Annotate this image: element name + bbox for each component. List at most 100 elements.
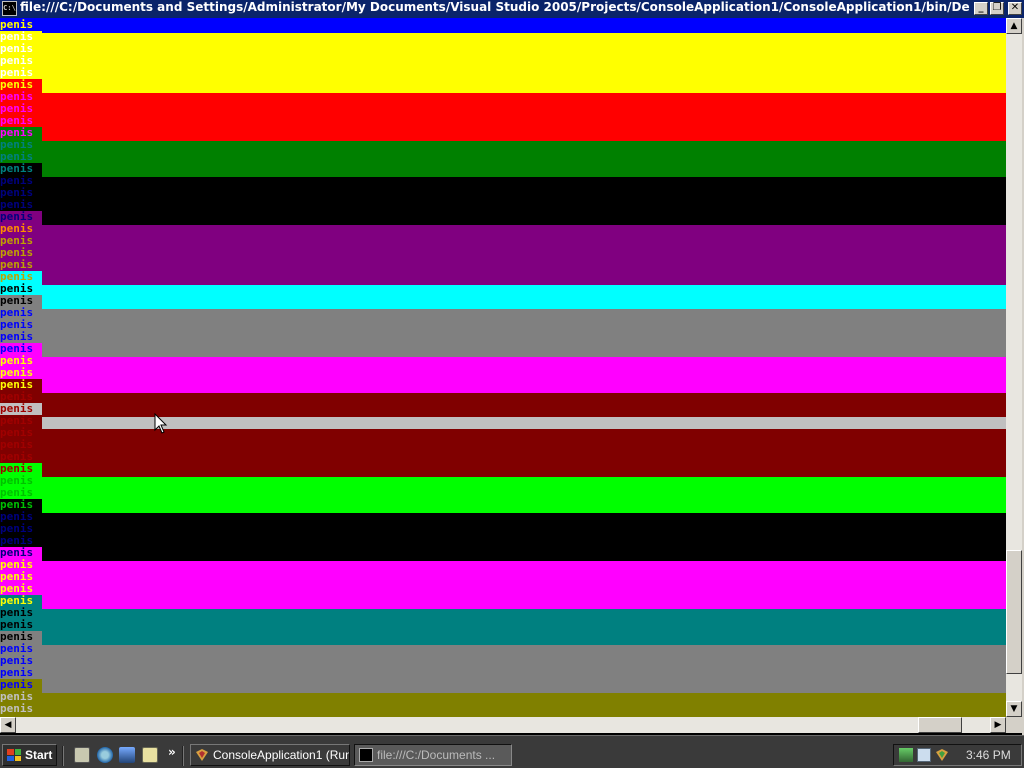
console-line: penis xyxy=(0,547,42,559)
console-line: penis xyxy=(0,679,42,691)
console-icon xyxy=(359,748,373,762)
console-line: penis xyxy=(0,583,42,595)
taskbar-button-visual-studio[interactable]: ConsoleApplication1 (Run... xyxy=(190,744,350,766)
console-line: penis xyxy=(0,643,42,655)
horizontal-scroll-thumb[interactable] xyxy=(918,717,962,733)
console-line: penis xyxy=(0,259,42,271)
start-button[interactable]: Start xyxy=(2,744,57,766)
console-line: penis xyxy=(0,43,42,55)
console-line: penis xyxy=(0,379,42,391)
console-line: penis xyxy=(0,55,42,67)
scroll-left-button[interactable]: ◀ xyxy=(0,717,16,733)
console-line: penis xyxy=(0,103,42,115)
taskbar-button-console[interactable]: file:///C:/Documents ... xyxy=(354,744,512,766)
console-line: penis xyxy=(0,283,42,295)
close-icon: ✕ xyxy=(1010,2,1020,13)
console-line: penis xyxy=(0,355,42,367)
console-line: penis xyxy=(0,619,42,631)
system-tray: 3:46 PM xyxy=(893,744,1022,766)
show-desktop-icon[interactable] xyxy=(74,747,90,763)
console-color-band xyxy=(0,309,1006,357)
console-window-icon[interactable]: C:\ xyxy=(2,1,17,16)
console-color-band xyxy=(0,225,1006,285)
quick-launch-overflow-icon[interactable]: » xyxy=(168,745,176,759)
console-color-band xyxy=(0,693,1006,717)
vertical-scroll-thumb[interactable] xyxy=(1006,550,1022,674)
console-line: penis xyxy=(0,499,42,511)
window-title-bar[interactable]: C:\ file:///C:/Documents and Settings/Ad… xyxy=(0,0,1024,18)
search-icon[interactable] xyxy=(142,747,158,763)
taskbar-button-label: ConsoleApplication1 (Run... xyxy=(213,748,350,762)
console-line: penis xyxy=(0,451,42,463)
console-color-band xyxy=(0,357,1006,393)
console-line: penis xyxy=(0,535,42,547)
console-line: penis xyxy=(0,703,42,715)
console-line: penis xyxy=(0,19,42,31)
console-line: penis xyxy=(0,31,42,43)
console-line: penis xyxy=(0,187,42,199)
console-line: penis xyxy=(0,439,42,451)
console-line: penis xyxy=(0,667,42,679)
console-line: penis xyxy=(0,367,42,379)
minimize-button[interactable]: _ xyxy=(974,2,988,15)
console-line: penis xyxy=(0,295,42,307)
mouse-cursor-icon xyxy=(154,413,168,434)
console-line: penis xyxy=(0,247,42,259)
console-line: penis xyxy=(0,319,42,331)
console-line: penis xyxy=(0,199,42,211)
console-color-band xyxy=(0,513,1006,561)
console-line: penis xyxy=(0,691,42,703)
console-color-band xyxy=(0,477,1006,513)
console-line: penis xyxy=(0,211,42,223)
windows-flag-icon xyxy=(7,749,21,761)
window-title: file:///C:/Documents and Settings/Admini… xyxy=(20,0,970,14)
visual-studio-tray-icon[interactable] xyxy=(935,748,949,762)
scroll-down-arrow-icon: ▼ xyxy=(1010,704,1018,714)
minimize-icon: _ xyxy=(978,2,984,13)
console-line: penis xyxy=(0,511,42,523)
outlook-express-icon[interactable] xyxy=(119,747,135,763)
scroll-right-button[interactable]: ▶ xyxy=(990,717,1006,733)
close-button[interactable]: ✕ xyxy=(1008,2,1022,15)
console-line: penis xyxy=(0,427,42,439)
console-line: penis xyxy=(0,235,42,247)
scroll-up-arrow-icon: ▲ xyxy=(1010,21,1018,31)
scroll-up-button[interactable]: ▲ xyxy=(1006,18,1022,34)
console-color-band xyxy=(0,645,1006,693)
clock[interactable]: 3:46 PM xyxy=(966,745,1011,765)
console-line: penis xyxy=(0,655,42,667)
msn-icon[interactable] xyxy=(917,748,931,762)
console-line: penis xyxy=(0,151,42,163)
console-line: penis xyxy=(0,79,42,91)
vertical-scrollbar[interactable]: ▲ ▼ xyxy=(1006,18,1022,717)
taskbar-button-label: file:///C:/Documents ... xyxy=(377,748,496,762)
console-color-band xyxy=(0,141,1006,177)
console-color-band xyxy=(0,177,1006,225)
console-line: penis xyxy=(0,127,42,139)
start-label: Start xyxy=(25,748,53,762)
console-line: penis xyxy=(0,403,42,415)
taskbar: Start » ConsoleApplication1 (Run... file… xyxy=(0,735,1024,768)
console-line: penis xyxy=(0,343,42,355)
maximize-icon: ❐ xyxy=(992,2,1002,13)
console-line: penis xyxy=(0,175,42,187)
scroll-down-button[interactable]: ▼ xyxy=(1006,701,1022,717)
console-color-band xyxy=(0,33,1006,93)
console-line: penis xyxy=(0,91,42,103)
console-line: penis xyxy=(0,571,42,583)
network-icon[interactable] xyxy=(899,748,913,762)
console-output[interactable]: penis penis penis penis penis penis penis penis… xyxy=(0,18,1006,717)
horizontal-scrollbar[interactable]: ◀ ▶ xyxy=(0,717,1006,733)
internet-explorer-icon[interactable] xyxy=(97,747,113,763)
console-line: penis xyxy=(0,331,42,343)
console-line: penis xyxy=(0,415,42,427)
console-line: penis xyxy=(0,391,42,403)
console-line: penis xyxy=(0,163,42,175)
console-line: penis xyxy=(0,67,42,79)
taskbar-separator xyxy=(182,746,184,766)
maximize-button[interactable]: ❐ xyxy=(990,2,1004,15)
console-line: penis xyxy=(0,307,42,319)
console-color-band xyxy=(0,429,1006,477)
console-line: penis xyxy=(0,139,42,151)
console-line: penis xyxy=(0,595,42,607)
